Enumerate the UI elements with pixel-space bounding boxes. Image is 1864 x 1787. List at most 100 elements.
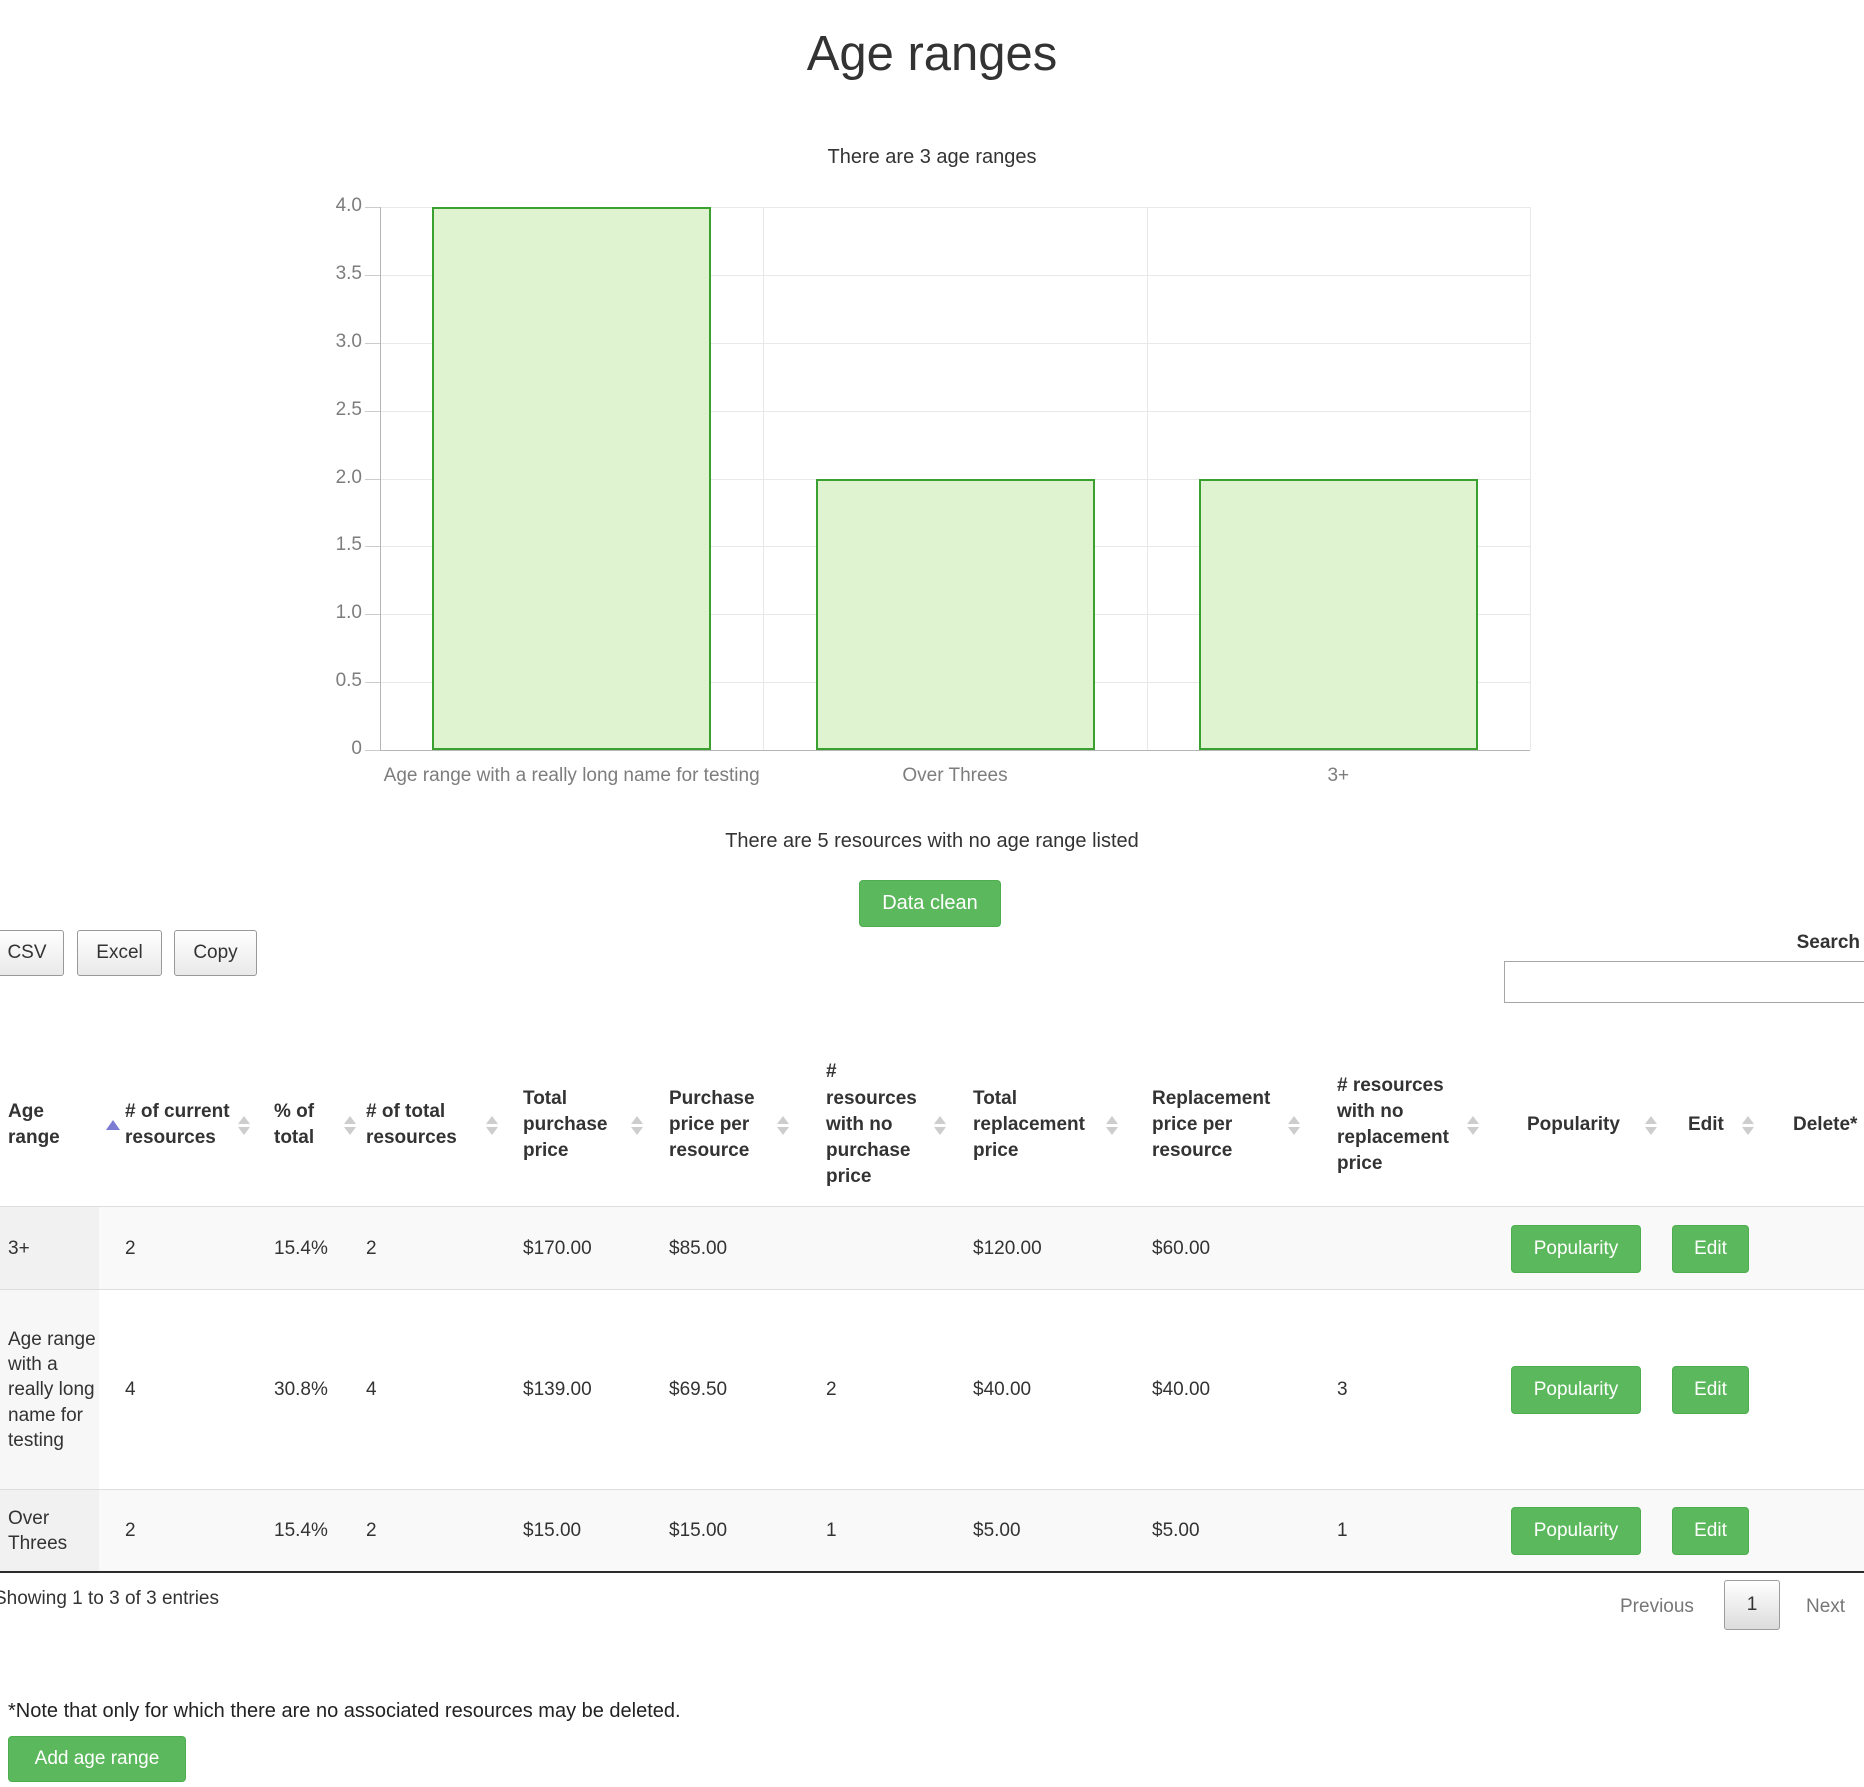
cell: $15.00 [669, 1490, 769, 1572]
pagination-next[interactable]: Next [1806, 1596, 1845, 1618]
sort-icon [777, 1116, 789, 1135]
edit-button[interactable]: Edit [1672, 1507, 1749, 1555]
x-axis-label: Over Threes [763, 765, 1146, 787]
table-info: Showing 1 to 3 of 3 entries [0, 1588, 219, 1610]
column-header-9[interactable]: Replacement price per resource [1152, 1045, 1310, 1205]
y-tick-label: 0 [292, 738, 362, 760]
column-header-10[interactable]: # resources with no replacement price [1337, 1045, 1489, 1205]
column-header-13[interactable]: Delete* [1793, 1045, 1864, 1205]
cell: 30.8% [274, 1290, 336, 1490]
cell: Age range with a really long name for te… [8, 1290, 96, 1490]
column-header-2[interactable]: # of current resources [125, 1045, 260, 1205]
excel-button[interactable]: Excel [77, 930, 162, 976]
y-tick [365, 275, 380, 276]
column-header-4[interactable]: # of total resources [366, 1045, 508, 1205]
cell: 4 [366, 1290, 478, 1490]
column-header-3[interactable]: % of total [274, 1045, 366, 1205]
y-tick-label: 3.5 [292, 263, 362, 285]
column-header-5[interactable]: Total purchase price [523, 1045, 653, 1205]
cell: 2 [366, 1490, 478, 1572]
cell: $5.00 [1152, 1490, 1280, 1572]
column-header-6[interactable]: Purchase price per resource [669, 1045, 799, 1205]
copy-button[interactable]: Copy [174, 930, 257, 976]
column-header-label: Total purchase price [523, 1086, 623, 1165]
cell: $170.00 [523, 1207, 623, 1290]
column-header-label: Age range [8, 1099, 96, 1151]
table-bottom-border [0, 1571, 1864, 1573]
cell: $60.00 [1152, 1207, 1280, 1290]
column-header-label: # resources with no replacement price [1337, 1073, 1459, 1178]
popularity-button[interactable]: Popularity [1511, 1507, 1641, 1555]
column-header-8[interactable]: Total replacement price [973, 1045, 1128, 1205]
y-tick-label: 2.5 [292, 399, 362, 421]
search-input[interactable] [1504, 961, 1864, 1003]
sort-icon [344, 1116, 356, 1135]
y-tick-label: 4.0 [292, 195, 362, 217]
y-axis-line [380, 207, 381, 750]
resources-note: There are 5 resources with no age range … [0, 830, 1864, 853]
popularity-button[interactable]: Popularity [1511, 1366, 1641, 1414]
y-tick [365, 614, 380, 615]
cell: 1 [826, 1490, 926, 1572]
cell: $15.00 [523, 1490, 623, 1572]
sort-icon [934, 1116, 946, 1135]
cell: 15.4% [274, 1490, 336, 1572]
column-header-11[interactable]: Popularity [1527, 1045, 1667, 1205]
cell: 2 [125, 1207, 230, 1290]
cell: $120.00 [973, 1207, 1098, 1290]
cell [826, 1207, 926, 1290]
y-tick [365, 343, 380, 344]
delete-note: *Note that only for which there are no a… [8, 1700, 681, 1723]
column-header-label: Edit [1688, 1112, 1734, 1138]
data-clean-button[interactable]: Data clean [859, 880, 1001, 927]
sort-icon [238, 1116, 250, 1135]
add-age-range-button[interactable]: Add age range [8, 1736, 186, 1782]
gridline [763, 207, 764, 750]
column-header-label: Popularity [1527, 1112, 1637, 1138]
column-header-label: Purchase price per resource [669, 1086, 769, 1165]
cell: 1 [1337, 1490, 1459, 1572]
csv-button[interactable]: CSV [0, 930, 64, 976]
row-divider [0, 1489, 1864, 1490]
y-tick [365, 750, 380, 751]
edit-button[interactable]: Edit [1672, 1366, 1749, 1414]
column-header-label: # resources with no purchase price [826, 1059, 926, 1190]
cell: 3+ [8, 1207, 96, 1290]
cell: $139.00 [523, 1290, 623, 1490]
cell: 2 [826, 1290, 926, 1490]
column-header-label: Delete* [1793, 1112, 1864, 1138]
pagination-page-1[interactable]: 1 [1724, 1580, 1780, 1630]
cell [1337, 1207, 1459, 1290]
y-tick [365, 207, 380, 208]
sort-icon [1645, 1116, 1657, 1135]
sort-icon [631, 1116, 643, 1135]
cell: $40.00 [1152, 1290, 1280, 1490]
cell: $5.00 [973, 1490, 1098, 1572]
y-tick-label: 1.0 [292, 602, 362, 624]
x-axis-label: Age range with a really long name for te… [380, 765, 763, 787]
column-header-12[interactable]: Edit [1688, 1045, 1764, 1205]
chart-bar [432, 207, 711, 750]
cell: $40.00 [973, 1290, 1098, 1490]
sort-icon [1467, 1116, 1479, 1135]
column-header-label: Replacement price per resource [1152, 1086, 1280, 1165]
chart-bar [1199, 479, 1478, 751]
edit-button[interactable]: Edit [1672, 1225, 1749, 1273]
gridline [1530, 207, 1531, 750]
cell: 15.4% [274, 1207, 336, 1290]
chart-bar [816, 479, 1095, 751]
cell: 3 [1337, 1290, 1459, 1490]
cell: $85.00 [669, 1207, 769, 1290]
y-tick [365, 546, 380, 547]
x-axis-line [380, 750, 1530, 751]
column-header-7[interactable]: # resources with no purchase price [826, 1045, 956, 1205]
column-header-1[interactable]: Age range [8, 1045, 126, 1205]
sort-icon [486, 1116, 498, 1135]
y-tick [365, 682, 380, 683]
column-header-label: Total replacement price [973, 1086, 1098, 1165]
y-tick [365, 479, 380, 480]
sort-ascending-icon [106, 1120, 120, 1130]
chart-heading: There are 3 age ranges [0, 146, 1864, 169]
pagination-previous[interactable]: Previous [1620, 1596, 1694, 1618]
popularity-button[interactable]: Popularity [1511, 1225, 1641, 1273]
